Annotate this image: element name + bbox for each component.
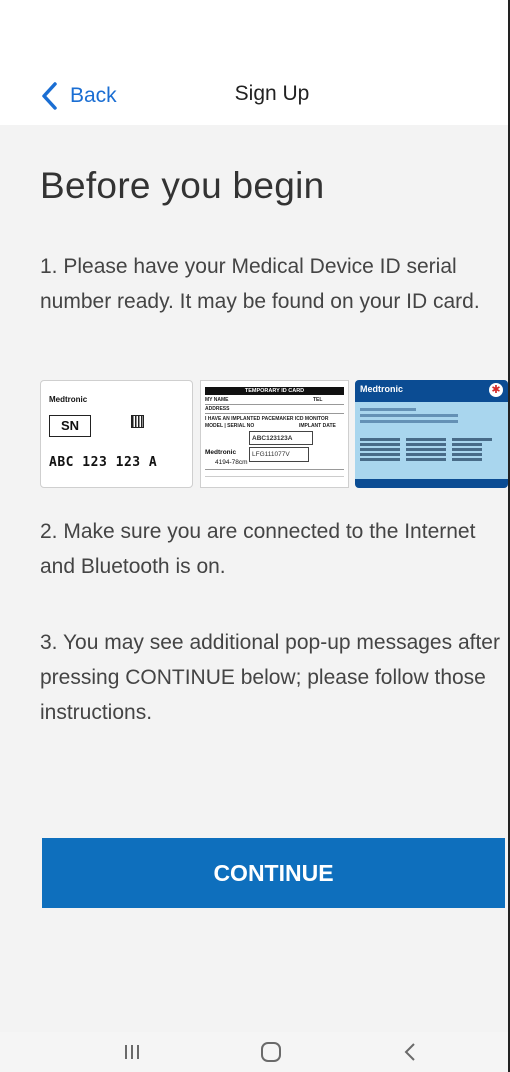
home-icon: [261, 1042, 281, 1062]
blue-card-table-row: [360, 458, 500, 461]
medical-star-icon: ✱: [489, 383, 503, 397]
page-title: Sign Up: [234, 82, 310, 105]
temp-card-implant-date: IMPLANT DATE: [299, 423, 336, 429]
recent-apps-button[interactable]: [97, 1032, 167, 1072]
recent-apps-icon: [125, 1045, 139, 1059]
temp-card-size: 4194-78cm: [215, 459, 248, 466]
temp-card-my-name: MY NAME: [205, 397, 229, 403]
medtronic-id-card-image: Medtronic ✱: [355, 380, 508, 488]
blue-card-table-row: [360, 443, 500, 446]
temp-card-lf-value: LFG111077V: [249, 447, 309, 462]
sn-card-image: Medtronic SN ABC 123 123 A: [40, 380, 193, 488]
back-icon: [404, 1043, 415, 1061]
temp-card-model-serial: MODEL | SERIAL NO: [205, 423, 255, 429]
blue-card-text-line: [360, 414, 458, 417]
temp-card-divider: [205, 413, 344, 414]
header: Back Sign Up: [0, 0, 510, 125]
sn-card-serial: ABC 123 123 A: [49, 455, 158, 470]
id-card-examples: Medtronic SN ABC 123 123 A TEMPORARY ID …: [40, 380, 510, 488]
sign-up-screen: Back Sign Up Before you begin 1. Please …: [0, 0, 510, 1072]
barcode-icon: [131, 415, 144, 428]
step-2-text: 2. Make sure you are connected to the In…: [40, 520, 476, 578]
temp-card-tel: TEL: [313, 397, 323, 403]
blue-card-table-row: [360, 448, 500, 451]
temp-card-title: TEMPORARY ID CARD: [205, 387, 344, 395]
blue-card-table: [360, 438, 500, 463]
blue-card-table-row: [360, 438, 500, 441]
temp-card-logo: Medtronic: [205, 449, 237, 456]
continue-button[interactable]: CONTINUE: [42, 838, 505, 908]
blue-card-text-line: [360, 420, 458, 423]
blue-card-footer: [355, 479, 508, 488]
temp-card-sn-value: ABC123123A: [249, 431, 313, 445]
system-back-button[interactable]: [375, 1032, 445, 1072]
sn-card-brand: Medtronic: [49, 395, 88, 404]
temp-card-implanted: I HAVE AN IMPLANTED PACEMAKER ICD MONITO…: [205, 416, 329, 422]
blue-card-header: Medtronic ✱: [355, 380, 508, 402]
home-button[interactable]: [236, 1032, 306, 1072]
blue-card-brand: Medtronic: [360, 384, 404, 394]
temp-card-address: ADDRESS: [205, 406, 230, 412]
blue-card-table-row: [360, 453, 500, 456]
temp-card-divider: [205, 469, 344, 470]
system-nav-bar: [0, 1032, 510, 1072]
sn-label: SN: [49, 415, 91, 437]
blue-card-info: [360, 408, 500, 426]
temp-card-divider: [205, 404, 344, 405]
main-content: Before you begin 1. Please have your Med…: [0, 125, 510, 1032]
blue-card-text-line: [360, 408, 416, 411]
temporary-id-card-image: TEMPORARY ID CARD MY NAME TEL ADDRESS I …: [200, 380, 349, 488]
temp-card-divider: [205, 476, 344, 477]
step-3-text: 3. You may see additional pop-up message…: [40, 631, 500, 724]
heading: Before you begin: [40, 165, 325, 206]
step-1-text: 1. Please have your Medical Device ID se…: [40, 255, 480, 313]
